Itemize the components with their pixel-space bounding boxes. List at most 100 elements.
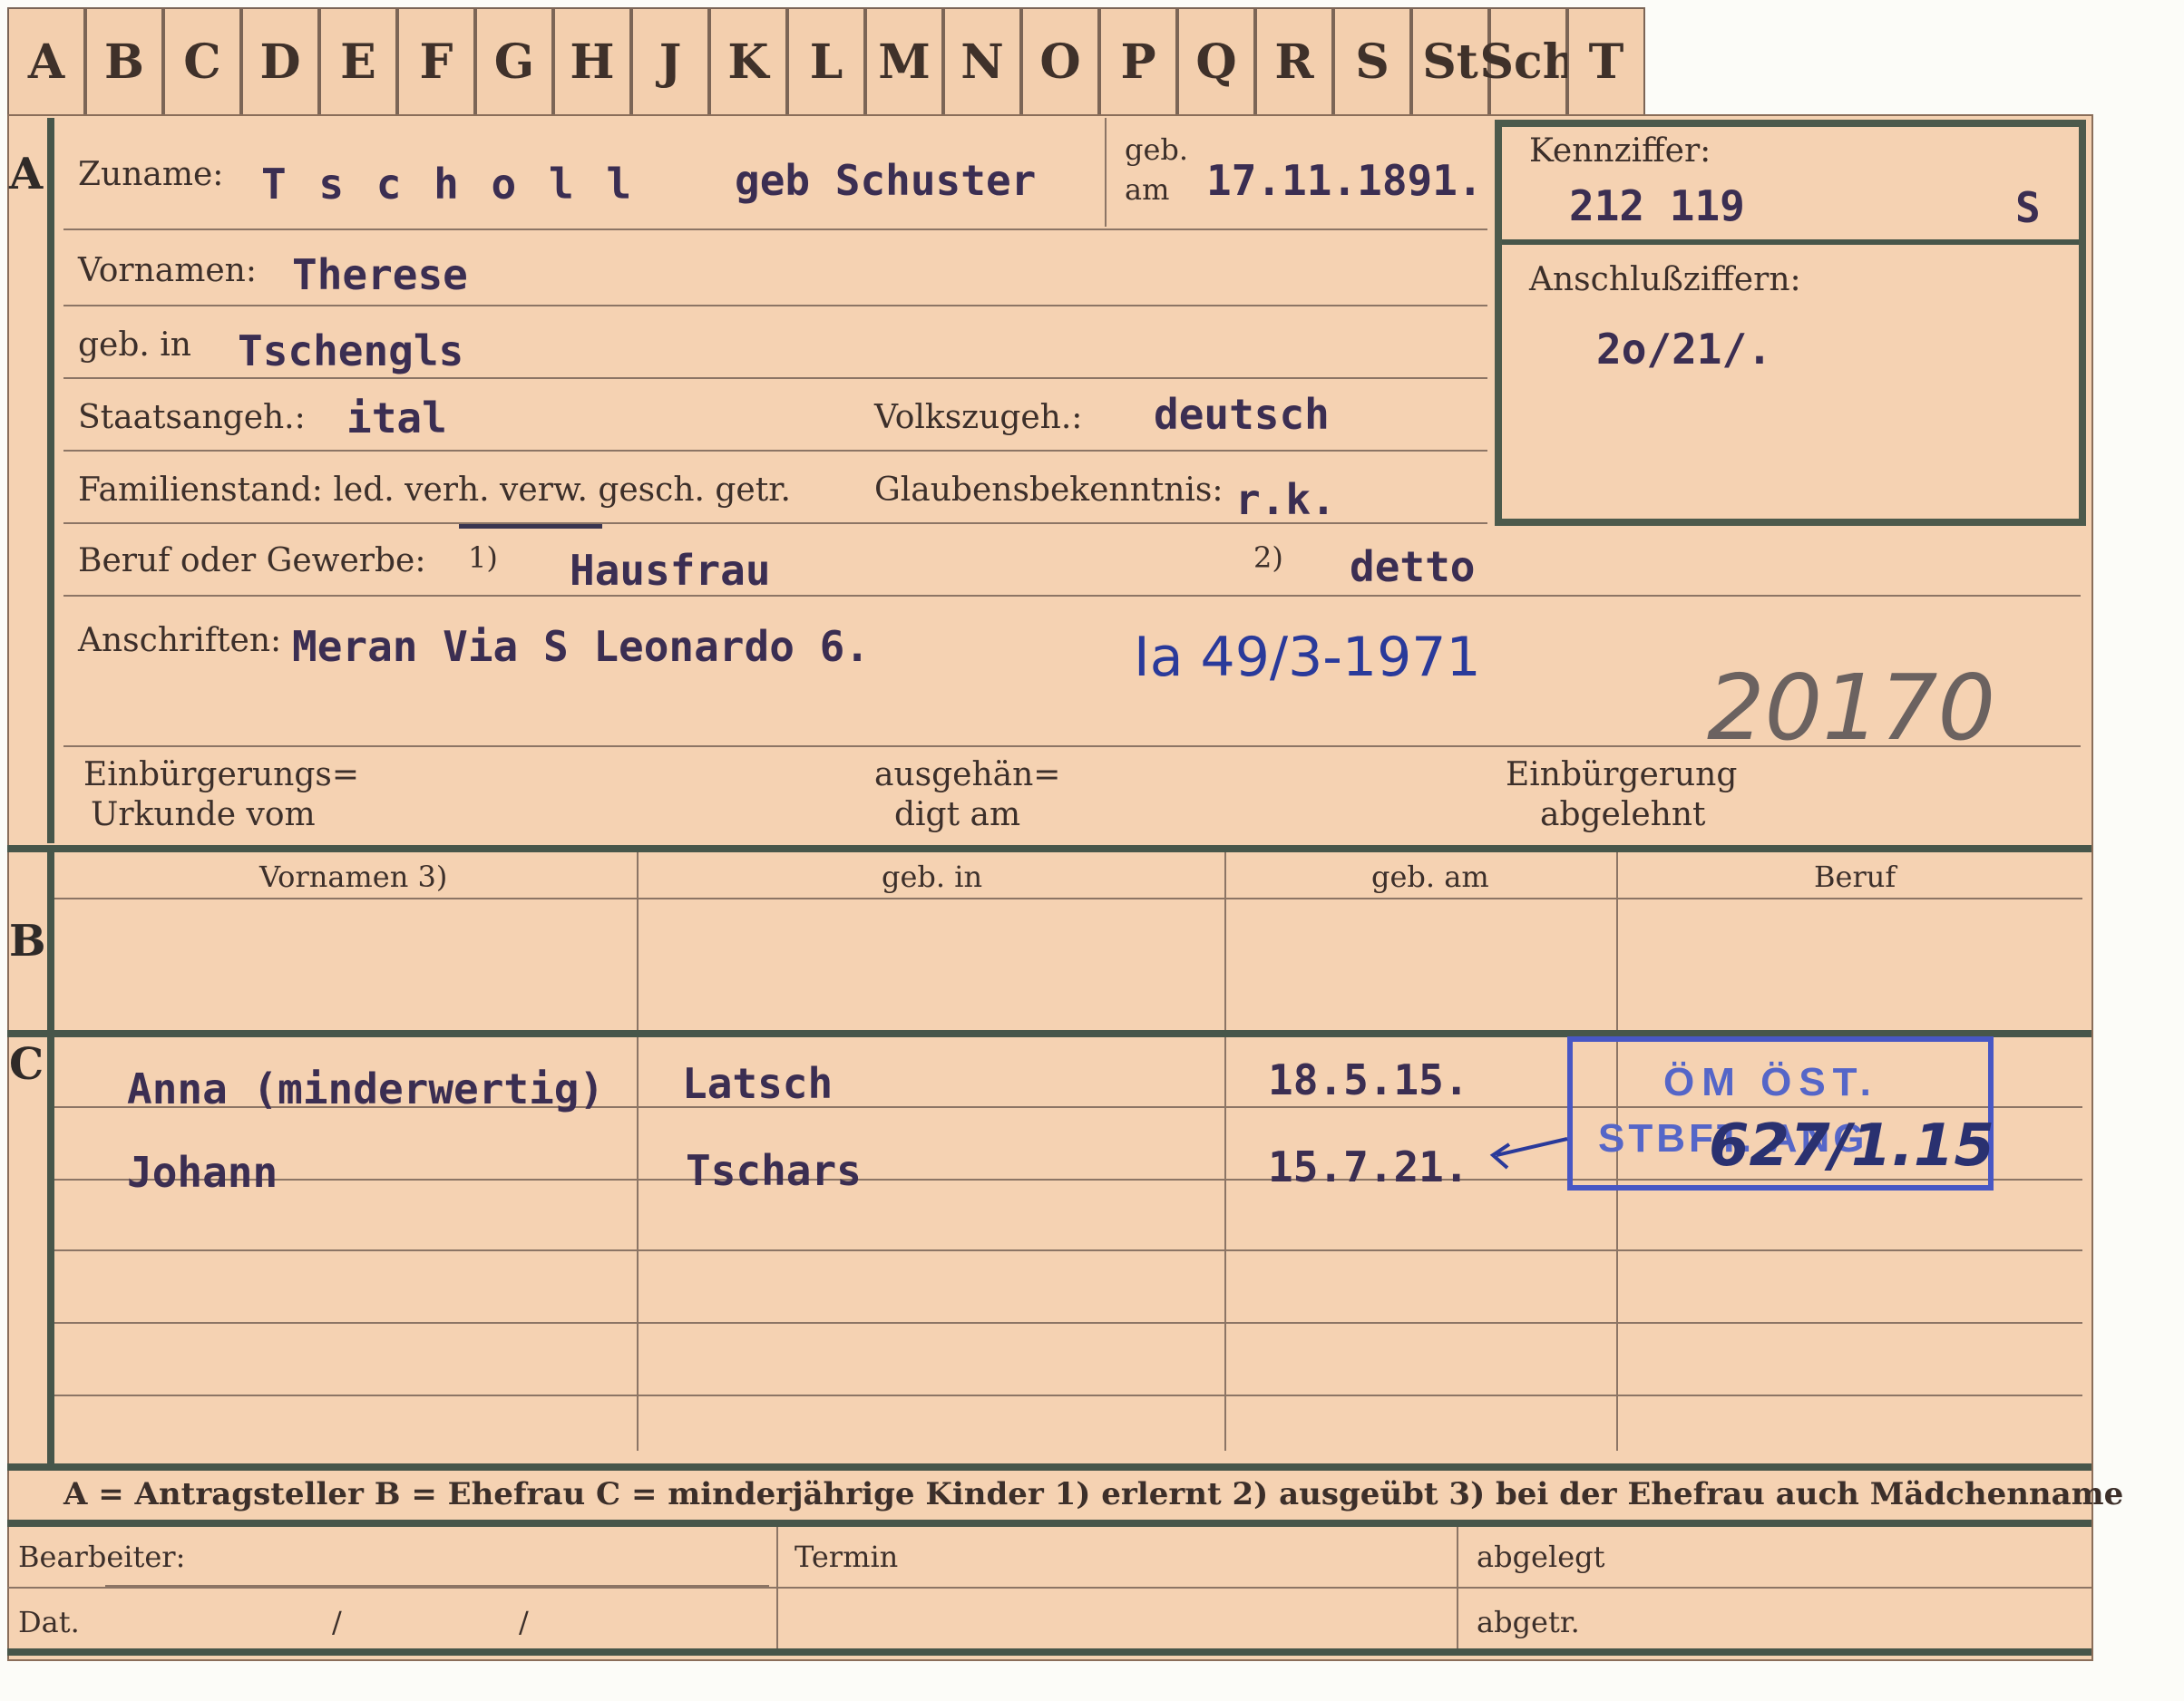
anschlussziffern-value: 2o/21/. [1596,325,1772,374]
section-letter-a: A [9,149,44,199]
child-2-geb-am: 15.7.21. [1268,1142,1469,1191]
anschriften-label: Anschriften: [78,622,282,659]
abgelehnt-label-1: Einbürgerung [1506,756,1738,793]
beruf-note-1: 1) [468,540,498,575]
staatsangeh-label: Staatsangeh.: [78,399,306,436]
divider-geb [1105,118,1107,227]
left-border-b [47,852,54,1030]
col-divider [637,852,639,1451]
rule [54,1249,2082,1251]
rule [54,898,2082,899]
geb-in-label: geb. in [78,326,191,364]
kennziffer-rule [1502,239,2079,245]
rule [54,1322,2082,1324]
arrow-icon [1489,1137,1568,1170]
kennziffer-suffix: S [2015,183,2041,232]
geb-am-label-1: geb. [1125,132,1189,167]
index-tab: D [241,7,319,114]
abgelehnt-label-2: abgelehnt [1540,796,1706,833]
col-header-geb-am: geb. am [1371,860,1489,894]
child-1-vorname: Anna (minderwertig) [127,1064,605,1113]
index-tab: O [1021,7,1099,114]
stamp-line-1: ÖM ÖST. [1663,1060,1878,1104]
index-tabs: A B C D E F G H J K L M N O P Q R S St Sch T [7,7,1645,114]
index-tab: E [319,7,397,114]
index-tab: H [553,7,631,114]
einbuergerung-label-2: Urkunde vom [91,796,316,833]
footer-divider [7,1520,2091,1527]
handwritten-reference: Ia 49/3-1971 [1134,626,1481,689]
ausgehaendigt-label-1: ausgehän= [874,756,1061,793]
zuname-value: T s c h o l l [261,160,636,209]
section-letter-c: C [9,1039,44,1090]
abgelegt-label: abgelegt [1477,1540,1605,1574]
index-tab: R [1255,7,1333,114]
bottom-border [7,1648,2091,1656]
geborene-value: geb Schuster [735,156,1037,205]
geburtsdatum-value: 17.11.1891. [1206,156,1483,205]
vornamen-label: Vornamen: [78,252,257,289]
index-tab: Sch [1479,7,1577,114]
child-1-geb-in: Latsch [682,1059,834,1108]
rule [63,305,1487,306]
index-tab: F [397,7,475,114]
stamp-handwritten: 627/1.15 [1709,1113,1994,1180]
anschlussziffern-label: Anschlußziffern: [1529,261,1801,298]
rule [63,450,1487,452]
office-stamp: ÖM ÖST. STBFT. ANG. 627/1.15 [1567,1036,1994,1191]
glaubensbekenntnis-value: r.k. [1235,475,1336,524]
col-header-beruf: Beruf [1814,860,1896,894]
familienstand-label: Familienstand: led. verh. verw. gesch. g… [78,471,791,509]
kennziffer-value: 212 119 [1569,181,1745,230]
bearbeiter-label: Bearbeiter: [18,1540,186,1574]
index-tab: P [1099,7,1177,114]
index-tab: A [7,7,85,114]
abgetr-label: abgetr. [1477,1605,1580,1639]
rule [105,1585,769,1587]
index-tab: N [943,7,1021,114]
rule [63,377,1487,379]
index-tab: St [1411,7,1489,114]
volkszugeh-value: deutsch [1154,390,1330,439]
index-tab: M [865,7,943,114]
col-header-vornamen: Vornamen 3) [259,860,448,894]
index-tab: K [709,7,787,114]
index-tab: T [1567,7,1645,114]
rule [63,228,1487,230]
col-header-geb-in: geb. in [882,860,983,894]
section-letter-b: B [9,916,46,967]
child-2-vorname: Johann [127,1148,278,1197]
vornamen-value: Therese [292,250,468,299]
index-tab: Q [1177,7,1255,114]
legend: A = Antragsteller B = Ehefrau C = minder… [63,1476,2124,1512]
left-border-a [47,118,54,843]
footer-col-divider [1457,1527,1458,1654]
termin-label: Termin [795,1540,899,1574]
pencil-number: 20170 [1707,655,1996,761]
familienstand-mark-verh [459,524,602,529]
index-tab: L [787,7,865,114]
section-divider-legend [7,1463,2091,1471]
date-slash-2: / [519,1605,529,1639]
child-1-geb-am: 18.5.15. [1268,1055,1469,1104]
index-tab: G [475,7,553,114]
dat-label: Dat. [18,1605,80,1639]
geburtsort-value: Tschengls [238,326,464,375]
ausgehaendigt-label-2: digt am [894,796,1021,833]
beruf-note-2: 2) [1253,540,1283,575]
rule [63,595,2081,597]
footer-col-divider [776,1527,778,1654]
beruf-label: Beruf oder Gewerbe: [78,542,426,579]
col-divider [1224,852,1226,1451]
beruf-erlernt-value: Hausfrau [570,546,771,595]
volkszugeh-label: Volkszugeh.: [874,399,1083,436]
index-tab: J [631,7,709,114]
einbuergerung-label-1: Einbürgerungs= [83,756,360,793]
geb-am-label-2: am [1125,172,1170,207]
zuname-label: Zuname: [78,156,224,193]
section-divider-ab [7,845,2091,852]
anschrift-value: Meran Via S Leonardo 6. [292,622,870,671]
rule [54,1395,2082,1396]
beruf-ausgeuebt-value: detto [1350,542,1476,591]
date-slash-1: / [332,1605,342,1639]
